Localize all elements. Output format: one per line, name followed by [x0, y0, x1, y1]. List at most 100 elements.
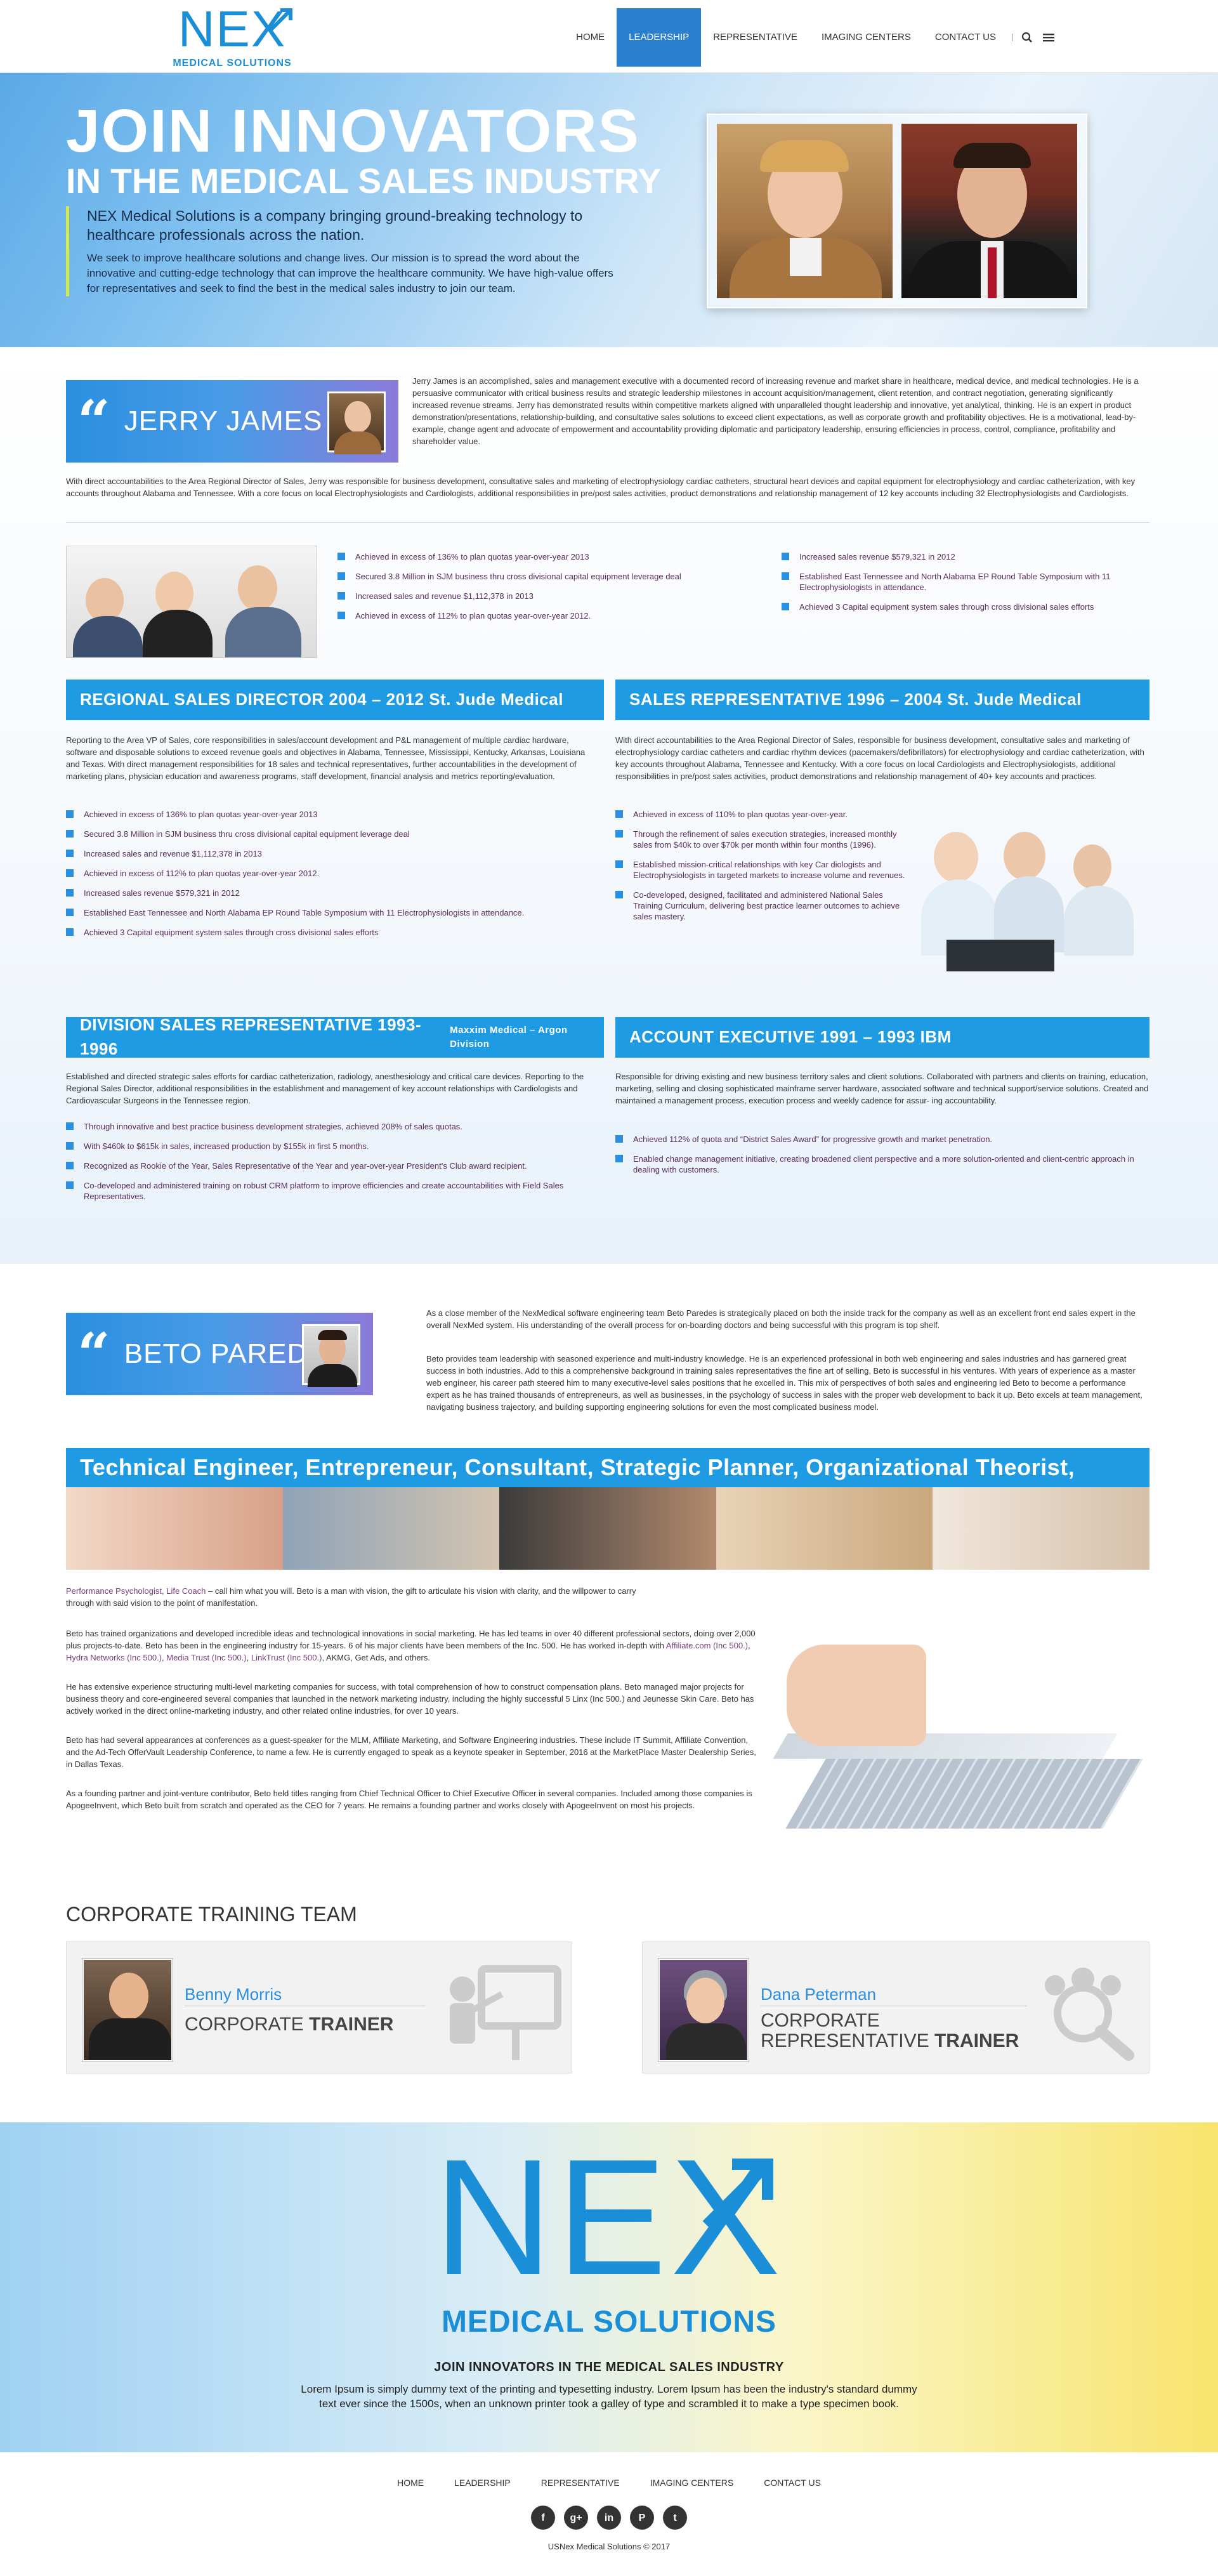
quote-icon: “: [77, 388, 110, 455]
trainer-card: Dana Peterman CORPORATE REPRESENTATIVE T…: [642, 1942, 1149, 2073]
hero-photo-jerry: [717, 124, 893, 298]
footer-logo-arrow-icon: [702, 2159, 773, 2230]
training-heading: CORPORATE TRAINING TEAM: [66, 1903, 357, 1926]
role-body: Established and directed strategic sales…: [66, 1072, 584, 1105]
footer-logo: NEX: [412, 2135, 806, 2313]
hero-lead: NEX Medical Solutions is a company bring…: [66, 206, 624, 296]
footer-nav-home[interactable]: HOME: [397, 2476, 424, 2489]
role-body: Responsible for driving existing and new…: [615, 1072, 1149, 1105]
search-icon[interactable]: [1016, 8, 1038, 67]
jerry-name-box: “ JERRY JAMES: [66, 380, 398, 463]
trainer-role: CORPORATE REPRESENTATIVE TRAINER: [761, 2011, 1040, 2051]
client-link-media-trust[interactable]: Media Trust (Inc 500.): [166, 1653, 246, 1662]
call-center-photo: [921, 819, 1149, 971]
footer-banner: NEX MEDICAL SOLUTIONS JOIN INNOVATORS IN…: [0, 2122, 1218, 2452]
beto-para-5: As a founding partner and joint-venture …: [66, 1789, 752, 1810]
client-link-hydra[interactable]: Hydra Networks (Inc 500.): [66, 1653, 162, 1662]
trainer-role: CORPORATE TRAINER: [185, 2011, 393, 2039]
role-bullets: Achieved in excess of 136% to plan quota…: [66, 809, 535, 947]
social-links: f g+ in P t: [0, 2506, 1218, 2530]
pinterest-icon[interactable]: P: [630, 2506, 654, 2530]
nav-contact-us[interactable]: CONTACT US: [923, 8, 1008, 67]
hero-photo-beto: [901, 124, 1077, 298]
footer-description: Lorem Ipsum is simply dummy text of the …: [301, 2382, 917, 2410]
jerry-name: JERRY JAMES: [124, 405, 323, 437]
logo-arrow-icon: [270, 8, 292, 31]
divider: [66, 522, 1149, 523]
beto-para-4: Beto has had several appearances at conf…: [66, 1735, 756, 1769]
nav-home[interactable]: HOME: [564, 8, 617, 67]
strip-photo: [499, 1487, 716, 1570]
laptop-photo: [768, 1594, 1148, 1860]
trainer-role-a: CORPORATE: [185, 2014, 310, 2035]
site-footer: HOME LEADERSHIP REPRESENTATIVE IMAGING C…: [0, 2452, 1218, 2576]
main-nav: HOME LEADERSHIP REPRESENTATIVE IMAGING C…: [564, 8, 1059, 67]
client-link-affiliate[interactable]: Affiliate.com (Inc 500.): [666, 1641, 748, 1650]
strip-photo: [933, 1487, 1149, 1570]
list-item: Achieved 3 Capital equipment system sale…: [66, 927, 535, 938]
role-title-company: Maxxim Medical – Argon Division: [450, 1025, 568, 1049]
logo[interactable]: NEX MEDICAL SOLUTIONS: [165, 4, 299, 70]
hero-subtitle: IN THE MEDICAL SALES INDUSTRY: [66, 161, 662, 200]
beto-intro-1: As a close member of the NexMedical soft…: [426, 1308, 1136, 1330]
list-item: Established East Tennessee and North Ala…: [66, 907, 535, 918]
hero-banner: JOIN INNOVATORS IN THE MEDICAL SALES IND…: [0, 73, 1218, 347]
hero-lead-text: NEX Medical Solutions is a company bring…: [87, 207, 583, 243]
presentation-board-icon: [450, 1965, 561, 2060]
jerry-highlights-left: Achieved in excess of 136% to plan quota…: [337, 551, 743, 630]
list-item: Established mission-critical relationshi…: [615, 859, 914, 881]
footer-nav-imaging-centers[interactable]: IMAGING CENTERS: [650, 2476, 733, 2489]
beto-roles-lead: Performance Psychologist, Life Coach: [66, 1586, 206, 1596]
strip-photo: [282, 1487, 500, 1570]
list-item: Achieved in excess of 112% to plan quota…: [337, 610, 743, 621]
list-item: Achieved 112% of quota and “District Sal…: [615, 1134, 1142, 1145]
role-title-division-sales-representative: DIVISION SALES REPRESENTATIVE 1993-1996 …: [66, 1015, 604, 1058]
list-item: Established East Tennessee and North Ala…: [782, 571, 1149, 593]
role-bullets: Achieved in excess of 110% to plan quota…: [615, 809, 914, 931]
trainer-name: Benny Morris: [185, 1985, 282, 2004]
role-body: Reporting to the Area VP of Sales, core …: [66, 735, 586, 781]
google-plus-icon[interactable]: g+: [564, 2506, 588, 2530]
footer-nav: HOME LEADERSHIP REPRESENTATIVE IMAGING C…: [0, 2476, 1218, 2489]
menu-icon[interactable]: [1038, 8, 1059, 67]
beto-name-box: “ BETO PAREDES: [66, 1313, 373, 1395]
list-item: Through the refinement of sales executio…: [615, 829, 914, 850]
footer-nav-leadership[interactable]: LEADERSHIP: [454, 2476, 511, 2489]
nav-leadership[interactable]: LEADERSHIP: [617, 8, 702, 67]
hero-photos: [707, 114, 1087, 308]
nav-representative[interactable]: REPRESENTATIVE: [701, 8, 809, 67]
list-item: Increased sales revenue $579,321 in 2012: [782, 551, 1149, 562]
role-title-account-executive: ACCOUNT EXECUTIVE 1991 – 1993 IBM: [615, 1017, 1149, 1058]
nav-imaging-centers[interactable]: IMAGING CENTERS: [809, 8, 923, 67]
list-item: Secured 3.8 Million in SJM business thru…: [66, 829, 535, 839]
linkedin-icon[interactable]: in: [597, 2506, 621, 2530]
list-item: Increased sales and revenue $1,112,378 i…: [337, 591, 743, 601]
avatar: [658, 1959, 749, 2061]
logo-subtitle: MEDICAL SOLUTIONS: [173, 58, 292, 69]
client-link-linktrust[interactable]: LinkTrust (Inc 500.): [251, 1653, 322, 1662]
jerry-bio-2: With direct accountabilities to the Area…: [66, 476, 1136, 498]
strip-photo: [716, 1487, 933, 1570]
footer-nav-contact-us[interactable]: CONTACT US: [764, 2476, 821, 2489]
list-item: With $460k to $615k in sales, increased …: [66, 1141, 567, 1152]
role-bullets: Achieved 112% of quota and “District Sal…: [615, 1134, 1142, 1184]
site-header: NEX MEDICAL SOLUTIONS HOME LEADERSHIP RE…: [0, 0, 1218, 73]
trainer-role-a: CORPORATE REPRESENTATIVE: [761, 2010, 934, 2051]
copyright: USNex Medical Solutions © 2017: [547, 2542, 671, 2552]
beto-avatar: [302, 1324, 360, 1387]
role-body: With direct accountabilities to the Area…: [615, 735, 1144, 781]
trainer-card: Benny Morris CORPORATE TRAINER: [66, 1942, 572, 2073]
list-item: Achieved in excess of 136% to plan quota…: [66, 809, 535, 820]
list-item: Increased sales revenue $579,321 in 2012: [66, 888, 535, 898]
group-search-icon: [1045, 1968, 1134, 2061]
list-item: Recognized as Rookie of the Year, Sales …: [66, 1160, 567, 1171]
facebook-icon[interactable]: f: [531, 2506, 555, 2530]
jerry-section: “ JERRY JAMES Jerry James is an accompli…: [0, 347, 1218, 1264]
footer-nav-representative[interactable]: REPRESENTATIVE: [541, 2476, 620, 2489]
beto-para-1: Performance Psychologist, Life Coach – c…: [66, 1585, 637, 1609]
twitter-icon[interactable]: t: [663, 2506, 687, 2530]
beto-para-2: Beto has trained organizations and devel…: [66, 1629, 756, 1662]
list-item: Co-developed and administered training o…: [66, 1180, 567, 1202]
quote-icon: “: [77, 1320, 110, 1388]
list-item: Achieved in excess of 112% to plan quota…: [66, 868, 535, 879]
